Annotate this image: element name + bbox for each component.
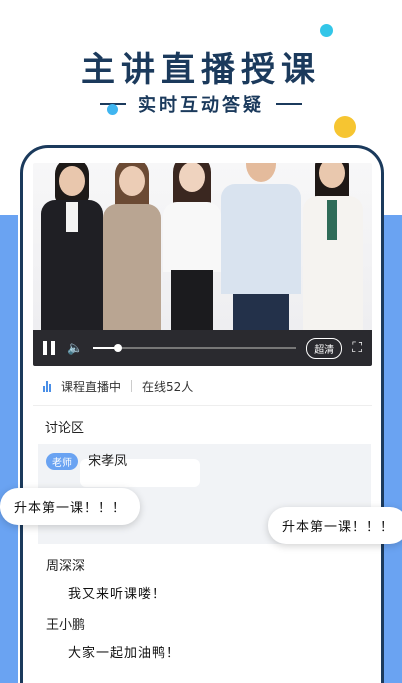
teacher-name: 宋孝凤 <box>88 454 128 469</box>
headline: 主讲直播授课 <box>81 50 321 90</box>
subline-text: 实时互动答疑 <box>138 95 264 116</box>
progress-knob[interactable] <box>113 344 122 352</box>
chat-username-1: 周深深 <box>46 559 86 574</box>
chat-username-2: 王小鹏 <box>46 618 86 633</box>
progress-bar[interactable] <box>93 344 297 352</box>
teacher-figure-4 <box>219 163 303 330</box>
online-count: 在线52人 <box>142 379 194 394</box>
decor-dot-blue <box>107 104 118 115</box>
quality-button[interactable]: 超清 <box>306 337 343 359</box>
chat-message-1: 我又来听课喽！ <box>68 587 167 602</box>
player-controls: 🔈 超清 ⛶ <box>33 330 372 366</box>
status-separator <box>131 380 133 392</box>
teacher-figure-1 <box>39 163 105 330</box>
left-blue-accent <box>0 215 18 683</box>
chat-message-2: 大家一起加油鸭！ <box>68 646 181 661</box>
volume-icon[interactable]: 🔈 <box>67 341 83 356</box>
section-divider <box>33 405 372 406</box>
fullscreen-icon[interactable]: ⛶ <box>352 340 362 356</box>
teacher-message-header: 老师 宋孝凤 <box>46 450 127 470</box>
teacher-figure-3 <box>159 163 225 330</box>
decor-dot-yellow <box>334 116 356 138</box>
live-bars-icon <box>43 380 51 392</box>
teacher-figure-5 <box>299 163 367 330</box>
pause-icon[interactable] <box>43 341 57 355</box>
teacher-figure-2 <box>101 163 163 330</box>
subline: 实时互动答疑 <box>0 91 402 117</box>
video-player[interactable]: 🔈 超清 ⛶ <box>33 163 372 366</box>
subline-dash-right <box>276 103 302 105</box>
right-blue-accent <box>384 215 402 683</box>
decor-dot-cyan <box>320 24 333 37</box>
live-status-bar: 课程直播中 在线52人 <box>33 371 372 401</box>
live-status-label: 课程直播中 <box>61 379 122 394</box>
teacher-badge: 老师 <box>46 453 78 470</box>
floating-bubble-left: 升本第一课！！！ <box>0 488 141 525</box>
floating-bubble-right: 升本第一课！！！ <box>268 507 402 544</box>
discussion-title: 讨论区 <box>45 421 85 436</box>
